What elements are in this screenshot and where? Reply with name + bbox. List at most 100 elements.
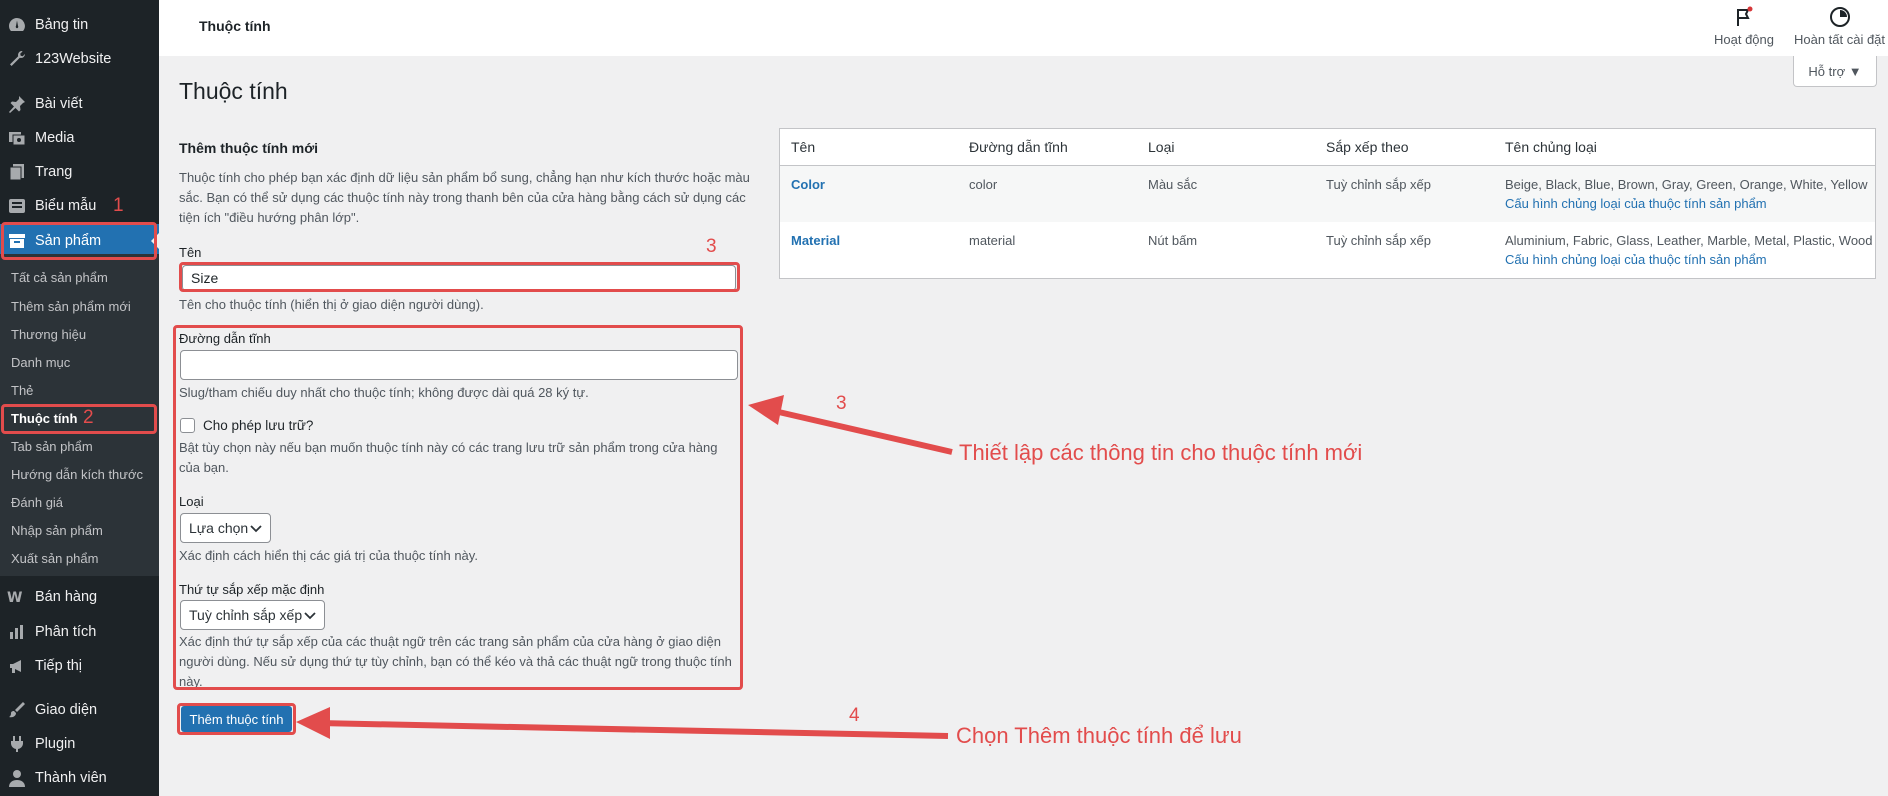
menu-item-label: Thành viên (35, 770, 107, 786)
submenu-item-export[interactable]: Xuất sản phẩm (11, 551, 98, 566)
name-input-value: Size (191, 270, 219, 286)
progress-icon (1829, 7, 1850, 27)
submenu-item-import[interactable]: Nhập sản phẩm (11, 523, 103, 538)
name-help: Tên cho thuộc tính (hiển thị ở giao diện… (179, 297, 484, 312)
archive-icon (7, 231, 27, 251)
attribute-type: Nút bấm (1148, 233, 1198, 248)
menu-item-sales[interactable]: W Bán hàng (0, 581, 159, 613)
annotation-step-1: 1 (113, 195, 124, 216)
attribute-terms: Beige, Black, Blue, Brown, Gray, Green, … (1505, 177, 1868, 192)
user-icon (7, 768, 27, 788)
media-icon (7, 128, 27, 148)
configure-terms-link[interactable]: Cấu hình chủng loại của thuộc tính sản p… (1505, 252, 1767, 267)
help-tab-button[interactable]: Hỗ trợ ▼ (1793, 56, 1877, 87)
enable-archives-checkbox[interactable] (180, 418, 195, 433)
annotation-note-save: Chọn Thêm thuộc tính để lưu (956, 723, 1242, 748)
submenu-item-brands[interactable]: Thương hiệu (11, 327, 86, 342)
dashboard-icon (7, 15, 27, 35)
archive-help: Bật tùy chọn này nếu bạn muốn thuộc tính… (179, 440, 718, 475)
submenu-item-all-products[interactable]: Tất cả sản phẩm (11, 270, 108, 285)
annotation-arrowhead-fields (748, 395, 784, 425)
pin-icon (7, 94, 27, 114)
menu-item-label: Sản phẩm (35, 233, 102, 249)
menu-item-label: Bài viết (35, 96, 83, 112)
megaphone-icon (7, 656, 27, 676)
chart-icon (7, 622, 27, 642)
menu-item-pages[interactable]: Trang (0, 156, 159, 188)
form-icon (7, 196, 27, 216)
order-select[interactable]: Tuỳ chỉnh sắp xếp (180, 600, 325, 630)
topbar-title: Thuộc tính (199, 18, 271, 34)
menu-item-forms[interactable]: Biểu mẫu (0, 190, 159, 222)
menu-item-users[interactable]: Thành viên (0, 762, 159, 794)
attribute-slug: color (969, 177, 998, 192)
annotation-arrowhead-save (296, 707, 330, 739)
top-bar: Thuộc tính Hoạt động Hoàn tất cài đặt (159, 0, 1888, 56)
menu-item-posts[interactable]: Bài viết (0, 88, 159, 120)
page-title: Thuộc tính (179, 78, 288, 104)
type-help: Xác định cách hiển thị các giá trị của t… (179, 548, 478, 563)
submenu-item-categories[interactable]: Danh mục (11, 355, 70, 370)
annotation-arrow-fields (769, 407, 953, 455)
attribute-terms: Aluminium, Fabric, Glass, Leather, Marbl… (1505, 233, 1873, 248)
menu-item-products[interactable]: Sản phẩm (0, 224, 159, 258)
attributes-table: Tên Đường dẫn tĩnh Loại Sắp xếp theo Tên… (779, 128, 1876, 279)
menu-item-label: Phân tích (35, 624, 97, 640)
submenu-item-attributes[interactable]: Thuộc tính (11, 411, 77, 426)
annotation-step-3a: 3 (706, 236, 717, 257)
name-label: Tên (179, 245, 202, 260)
menu-item-label: Tiếp thị (35, 658, 83, 674)
slug-input[interactable] (180, 350, 738, 380)
attribute-name-link[interactable]: Material (791, 233, 840, 248)
menu-item-label: Trang (35, 164, 73, 180)
attribute-name-link[interactable]: Color (791, 177, 825, 192)
products-submenu: Tất cả sản phẩm Thêm sản phẩm mới Thương… (0, 254, 159, 576)
menu-item-appearance[interactable]: Giao diện (0, 694, 159, 726)
flag-icon (1737, 6, 1753, 26)
form-intro: Thuộc tính cho phép bạn xác định dữ liệu… (179, 170, 750, 225)
column-header-name: Tên (791, 139, 816, 155)
plugin-icon (7, 734, 27, 754)
woo-icon: W (7, 587, 27, 607)
order-label: Thứ tự sắp xếp mặc định (179, 582, 325, 597)
current-menu-arrow (151, 233, 159, 249)
type-label: Loại (179, 494, 204, 509)
submenu-item-tags[interactable]: Thẻ (11, 383, 33, 398)
chevron-down-icon (304, 607, 316, 623)
menu-item-plugins[interactable]: Plugin (0, 728, 159, 760)
table-row: Material material Nút bấm Tuỳ chỉnh sắp … (780, 222, 1875, 279)
name-input[interactable]: Size (182, 265, 736, 291)
order-select-value: Tuỳ chỉnh sắp xếp (189, 607, 303, 623)
attribute-order: Tuỳ chỉnh sắp xếp (1326, 233, 1432, 248)
annotation-note-fields: Thiết lập các thông tin cho thuộc tính m… (959, 440, 1363, 465)
menu-item-label: Plugin (35, 736, 76, 752)
page-icon (7, 162, 27, 182)
type-select[interactable]: Lựa chọn (180, 513, 271, 543)
attribute-order: Tuỳ chỉnh sắp xếp (1326, 177, 1432, 192)
slug-label: Đường dẫn tĩnh (179, 331, 271, 346)
menu-item-dashboard[interactable]: Bảng tin (0, 9, 159, 41)
menu-item-analytics[interactable]: Phân tích (0, 616, 159, 648)
chevron-down-icon (250, 520, 262, 536)
add-attribute-button[interactable]: Thêm thuộc tính (181, 706, 292, 732)
configure-terms-link[interactable]: Cấu hình chủng loại của thuộc tính sản p… (1505, 196, 1767, 211)
attribute-slug: material (969, 233, 1016, 248)
annotation-step-3b: 3 (836, 393, 847, 414)
submenu-item-product-tabs[interactable]: Tab sản phẩm (11, 439, 93, 454)
menu-item-media[interactable]: Media (0, 122, 159, 154)
menu-item-label: Bán hàng (35, 589, 98, 605)
column-header-terms: Tên chủng loại (1505, 139, 1597, 155)
menu-item-123website[interactable]: 123Website (0, 43, 159, 75)
column-header-slug: Đường dẫn tĩnh (969, 139, 1068, 155)
table-row: Color color Màu sắc Tuỳ chỉnh sắp xếp Be… (780, 165, 1875, 222)
svg-text:W: W (7, 590, 22, 606)
slug-help: Slug/tham chiếu duy nhất cho thuộc tính;… (179, 385, 589, 400)
admin-sidebar: Bảng tin 123Website Bài viết Media Trang… (0, 0, 159, 796)
submenu-item-size-guide[interactable]: Hướng dẫn kích thước (11, 467, 143, 482)
submenu-item-reviews[interactable]: Đánh giá (11, 495, 63, 510)
finish-setup-label: Hoàn tất cài đặt (1793, 32, 1886, 47)
submenu-item-add-product[interactable]: Thêm sản phẩm mới (11, 299, 131, 314)
finish-setup-button[interactable]: Hoàn tất cài đặt (1791, 6, 1888, 47)
activity-button[interactable]: Hoạt động (1704, 6, 1784, 47)
menu-item-marketing[interactable]: Tiếp thị (0, 650, 159, 682)
